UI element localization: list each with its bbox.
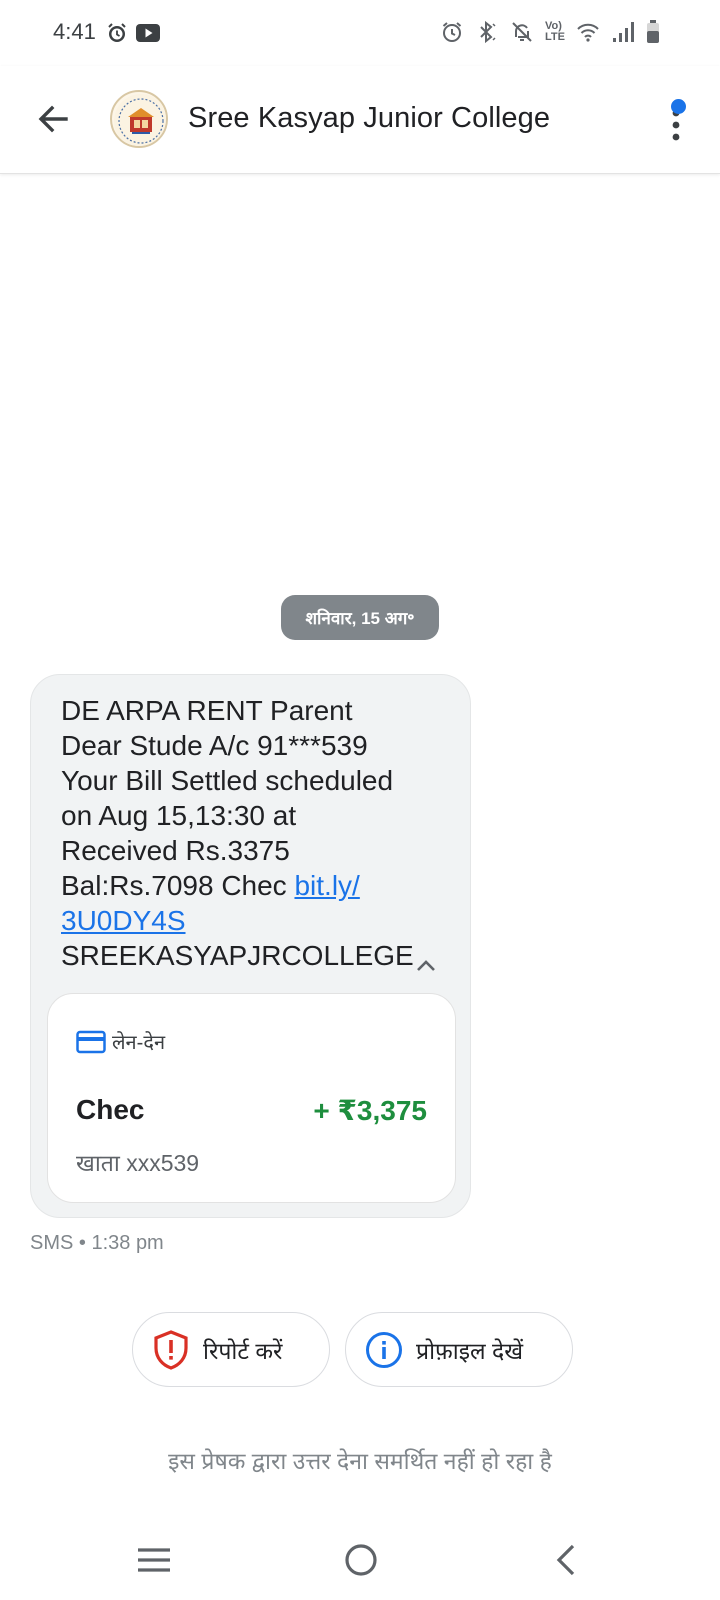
app-bar: Sree Kasyap Junior College (0, 66, 720, 174)
navigation-bar (0, 1520, 720, 1600)
signal-icon (611, 21, 635, 43)
alarm-icon (440, 20, 464, 44)
bluetooth-icon (475, 20, 499, 44)
report-button[interactable]: रिपोर्ट करें (132, 1312, 330, 1387)
alarm-icon (106, 22, 128, 44)
message-meta: SMS • 1:38 pm (30, 1232, 164, 1254)
chevron-up-icon (417, 960, 435, 971)
collapse-button[interactable] (413, 953, 439, 979)
contact-avatar[interactable] (110, 90, 168, 148)
info-icon (364, 1330, 404, 1370)
home-button[interactable] (331, 1530, 391, 1590)
message-line-link-continued: 3U0DY4S (61, 903, 421, 938)
view-profile-button[interactable]: प्रोफ़ाइल देखें (345, 1312, 573, 1387)
report-shield-icon (151, 1329, 191, 1370)
back-icon (556, 1544, 575, 1576)
reply-not-supported-notice: इस प्रेषक द्वारा उत्तर देना समर्थित नहीं… (168, 1448, 552, 1474)
back-button[interactable] (30, 96, 76, 142)
college-logo-icon (114, 94, 166, 146)
battery-icon (646, 20, 660, 44)
message-line: Your Bill Settled scheduled (61, 765, 394, 796)
transaction-name: Chec (76, 1094, 145, 1125)
status-left-icons (106, 22, 160, 44)
message-line: DE ARPA RENT Parent (61, 695, 353, 726)
transaction-card[interactable]: लेन-देन Chec + ₹3,375 खाता xxx539 (47, 993, 456, 1203)
transaction-header-label: लेन-देन (112, 1032, 166, 1054)
message-line: Received Rs.3375 (61, 835, 290, 866)
message-bubble[interactable]: DE ARPA RENT Parent Dear Stude A/c 91***… (30, 674, 471, 1218)
report-label: रिपोर्ट करें (203, 1337, 283, 1364)
message-link[interactable]: bit.ly/ (294, 870, 359, 901)
nav-back-button[interactable] (537, 1530, 597, 1590)
message-text: DE ARPA RENT Parent Dear Stude A/c 91***… (61, 693, 421, 973)
arrow-back-icon (38, 105, 68, 133)
notification-dot (671, 99, 686, 114)
recent-apps-button[interactable] (124, 1530, 184, 1590)
transaction-header: लेन-देन (76, 1028, 165, 1055)
youtube-icon (136, 23, 160, 43)
view-profile-label: प्रोफ़ाइल देखें (416, 1337, 524, 1364)
date-chip: शनिवार, 15 अग॰ (281, 595, 439, 640)
recent-apps-icon (138, 1548, 170, 1572)
status-right-icons: Vo) LTE (440, 20, 660, 44)
status-time: 4:41 (53, 19, 96, 44)
message-line: Bal:Rs.7098 Chec (61, 870, 295, 901)
sender-line: SREEKASYAPJRCOLLEGE (61, 940, 414, 971)
message-line-with-link: Bal:Rs.7098 Chec bit.ly/ (61, 868, 421, 903)
message-line: on Aug 15,13:30 at (61, 800, 297, 831)
wifi-icon (576, 21, 600, 43)
status-bar: 4:41 Vo) LTE (0, 0, 720, 66)
credit-card-icon (76, 1030, 106, 1053)
volte-icon: Vo) LTE (545, 21, 565, 43)
message-link-continued[interactable]: 3U0DY4S (61, 905, 186, 936)
transaction-account: खाता xxx539 (76, 1150, 200, 1176)
transaction-amount: + ₹3,375 (313, 1095, 427, 1126)
mute-icon (510, 20, 534, 44)
volte-label-bottom: LTE (545, 31, 565, 43)
home-icon (345, 1544, 377, 1576)
conversation-title: Sree Kasyap Junior College (188, 102, 551, 134)
message-line: Dear Stude A/c 91***539 (61, 730, 368, 761)
